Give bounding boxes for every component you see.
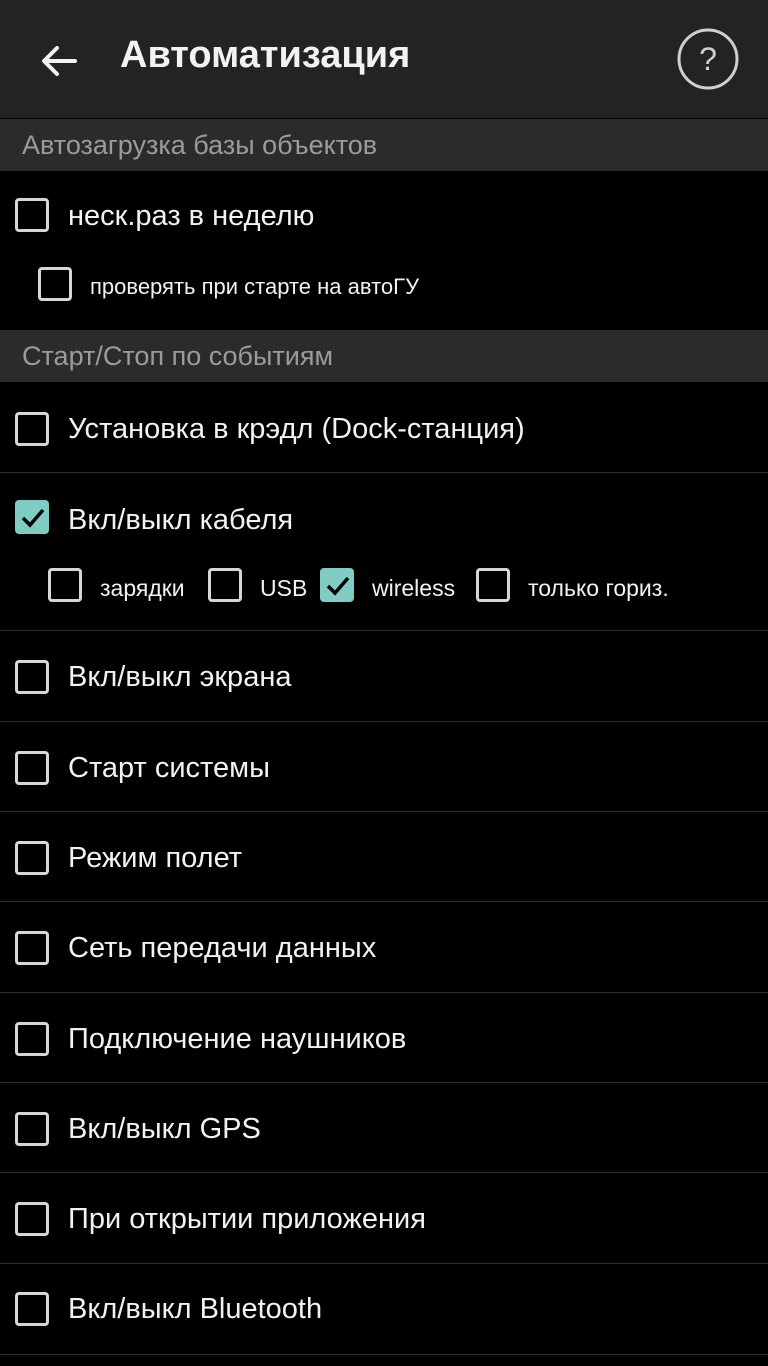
checkbox[interactable] xyxy=(15,931,49,965)
option-headphones[interactable]: Подключение наушников xyxy=(0,993,768,1083)
checkbox-usb[interactable] xyxy=(208,568,242,602)
option-label: Режим полет xyxy=(68,842,243,874)
checkbox-checked[interactable] xyxy=(15,500,49,534)
checkbox-wireless-checked[interactable] xyxy=(320,568,354,602)
option-wireless-label: wireless xyxy=(372,575,456,601)
checkbox-charging[interactable] xyxy=(48,568,82,602)
back-button[interactable] xyxy=(22,24,96,98)
help-circle-icon: ? xyxy=(677,28,739,90)
option-usb-label: USB xyxy=(260,575,308,601)
option-gps[interactable]: Вкл/выкл GPS xyxy=(0,1083,768,1173)
checkbox[interactable] xyxy=(15,1112,49,1146)
option-system-start[interactable]: Старт системы xyxy=(0,722,768,812)
arrow-left-icon xyxy=(42,46,77,76)
option-label: Вкл/выкл Bluetooth xyxy=(68,1293,323,1325)
option-weekly[interactable]: неск.раз в неделю xyxy=(0,172,768,262)
option-label: Вкл/выкл экрана xyxy=(68,661,292,693)
checkbox[interactable] xyxy=(15,841,49,875)
option-dock[interactable]: Установка в крэдл (Dock-станция) xyxy=(0,383,768,473)
option-label: проверять при старте на автоГУ xyxy=(90,274,420,299)
option-app-open[interactable]: При открытии приложения xyxy=(0,1173,768,1264)
checkbox[interactable] xyxy=(15,660,49,694)
option-horizontal-only-label: только гориз. xyxy=(528,575,669,601)
option-screen[interactable]: Вкл/выкл экрана xyxy=(0,631,768,722)
option-check-on-start[interactable]: проверять при старте на автоГУ xyxy=(0,262,768,328)
checkbox[interactable] xyxy=(15,198,49,232)
checkbox[interactable] xyxy=(15,1202,49,1236)
option-label: Вкл/выкл кабеля xyxy=(68,504,294,536)
option-label: неск.раз в неделю xyxy=(68,200,315,232)
help-button[interactable]: ? xyxy=(677,28,739,90)
page-title: Автоматизация xyxy=(120,34,411,76)
checkbox[interactable] xyxy=(15,412,49,446)
svg-text:?: ? xyxy=(699,41,717,77)
checkbox[interactable] xyxy=(38,267,72,301)
option-airplane[interactable]: Режим полет xyxy=(0,812,768,902)
checkbox[interactable] xyxy=(15,1022,49,1056)
option-label: Старт системы xyxy=(68,752,270,784)
option-charging-label: зарядки xyxy=(100,575,185,601)
option-label: Вкл/выкл GPS xyxy=(68,1113,261,1145)
checkbox-horizontal-only[interactable] xyxy=(476,568,510,602)
option-bluetooth[interactable]: Вкл/выкл Bluetooth xyxy=(0,1264,768,1355)
section-header-events: Старт/Стоп по событиям xyxy=(0,330,768,382)
option-cable[interactable]: Вкл/выкл кабеля зарядки USB wireless тол… xyxy=(0,473,768,631)
option-label: Подключение наушников xyxy=(68,1023,407,1055)
app-toolbar: Автоматизация ? xyxy=(0,0,768,118)
checkmark-icon xyxy=(21,508,45,528)
option-label: При открытии приложения xyxy=(68,1203,426,1235)
checkbox[interactable] xyxy=(15,751,49,785)
option-label: Сеть передачи данных xyxy=(68,932,377,964)
option-label: Установка в крэдл (Dock-станция) xyxy=(68,413,525,445)
section-header-autoload: Автозагрузка базы объектов xyxy=(0,119,768,171)
option-data-network[interactable]: Сеть передачи данных xyxy=(0,902,768,993)
checkmark-icon xyxy=(326,576,350,596)
checkbox[interactable] xyxy=(15,1292,49,1326)
